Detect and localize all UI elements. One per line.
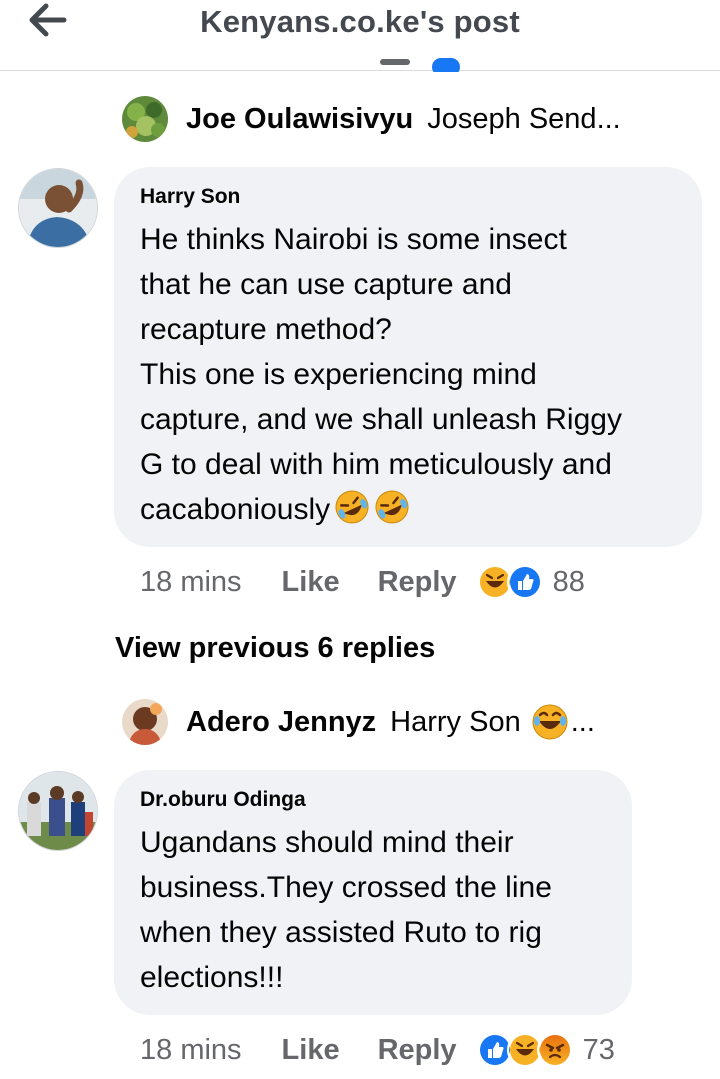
- top-bar: Kenyans.co.ke's post: [0, 0, 720, 72]
- reply-button[interactable]: Reply: [378, 566, 457, 599]
- comment-bubble: Harry Son He thinks Nairobi is some inse…: [114, 167, 702, 547]
- avatar[interactable]: [122, 699, 168, 745]
- reply-button[interactable]: Reply: [378, 1034, 457, 1067]
- rofl-emoji-icon: [334, 489, 370, 525]
- reply-preview[interactable]: Adero Jennyz Harry Son ...: [122, 699, 595, 745]
- comment-bubble: Dr.oburu Odinga Ugandans should mind the…: [114, 770, 632, 1015]
- scrolled-content-peek: [380, 58, 461, 72]
- reply-snippet: Joseph Send...: [427, 102, 621, 135]
- rofl-emoji-icon: [374, 489, 410, 525]
- reaction-count: 88: [552, 565, 585, 598]
- comment-text: He thinks Nairobi is some insect that he…: [140, 217, 622, 532]
- avatar[interactable]: [18, 771, 98, 851]
- reply-snippet-ellipsis: ...: [570, 705, 595, 738]
- avatar[interactable]: [18, 168, 98, 248]
- like-reaction-icon: [506, 564, 543, 600]
- comment-time[interactable]: 18 mins: [140, 1034, 242, 1067]
- reply-snippet: Harry Son: [390, 705, 521, 738]
- angry-reaction-icon: [536, 1032, 573, 1068]
- comment-body: Ugandans should mind their business.They…: [140, 826, 552, 994]
- comment-body: He thinks Nairobi is some insect that he…: [140, 223, 622, 526]
- comment-time[interactable]: 18 mins: [140, 566, 242, 599]
- reply-preview[interactable]: Joe Oulawisivyu Joseph Send...: [122, 96, 621, 142]
- like-button[interactable]: Like: [282, 566, 340, 599]
- like-button[interactable]: Like: [282, 1034, 340, 1067]
- reply-author-name[interactable]: Adero Jennyz: [186, 706, 376, 739]
- reaction-count: 73: [582, 1033, 615, 1066]
- comment-meta: 18 mins Like Reply 73: [140, 1032, 615, 1068]
- page-title: Kenyans.co.ke's post: [200, 4, 520, 39]
- view-previous-replies-link[interactable]: View previous 6 replies: [115, 632, 435, 665]
- comment-author[interactable]: Harry Son: [140, 185, 240, 209]
- reply-author-name[interactable]: Joe Oulawisivyu: [186, 103, 413, 136]
- avatar[interactable]: [122, 96, 168, 142]
- comment-author[interactable]: Dr.oburu Odinga: [140, 788, 306, 812]
- tears-of-joy-emoji-icon: [531, 703, 569, 741]
- comment-meta: 18 mins Like Reply 88: [140, 564, 585, 600]
- reactions-summary[interactable]: 88: [476, 564, 585, 600]
- reactions-summary[interactable]: 73: [476, 1032, 615, 1068]
